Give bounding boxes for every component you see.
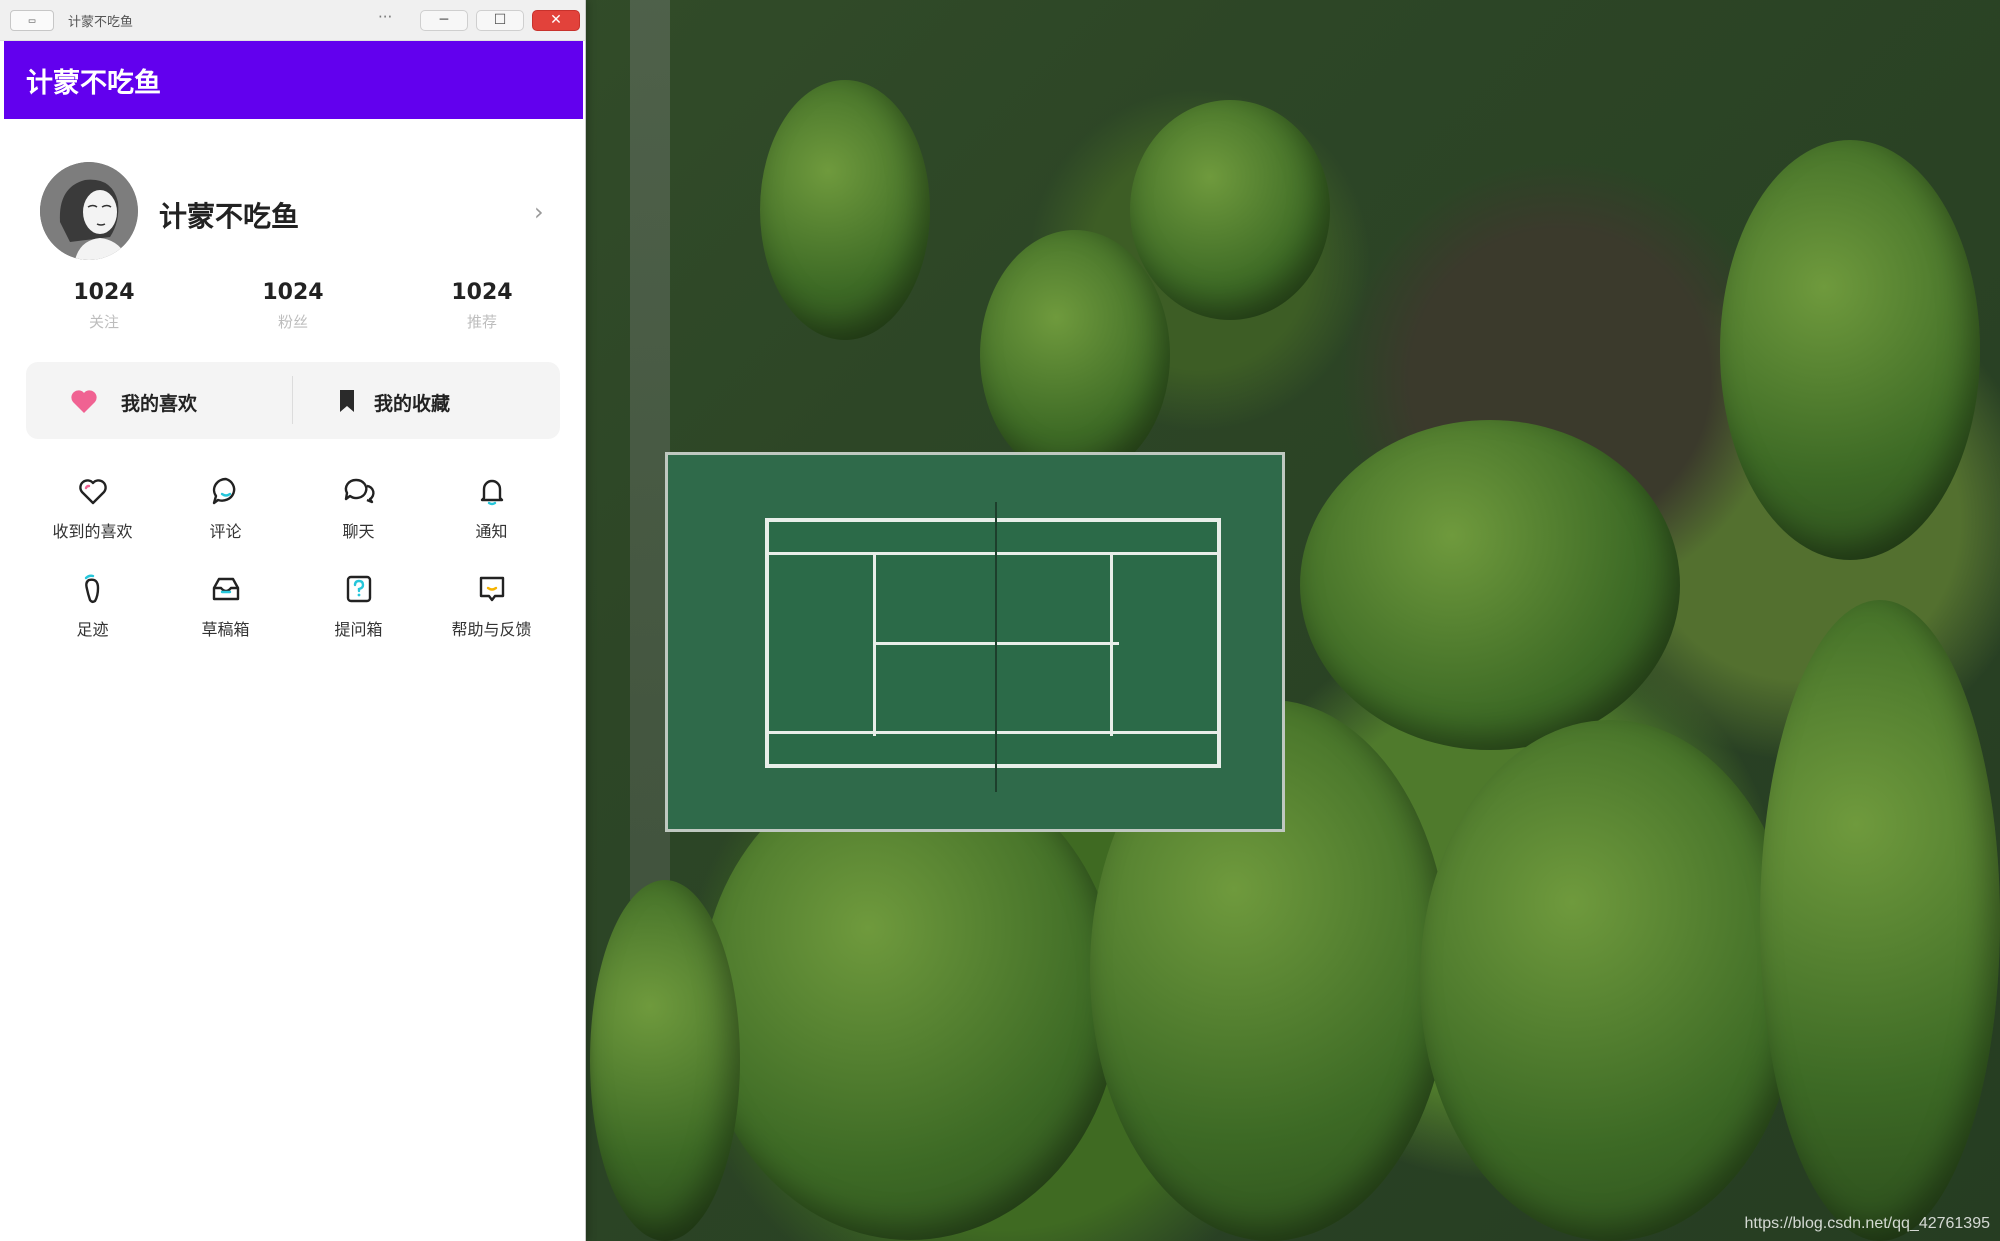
avatar[interactable] [40, 162, 138, 260]
wallpaper-tree [700, 760, 1120, 1240]
wallpaper-tree [1720, 140, 1980, 560]
question-box-icon [346, 575, 371, 603]
menu-label: 足迹 [76, 620, 109, 639]
inbox-icon [212, 577, 239, 601]
stat-fans[interactable]: 1024 粉丝 [233, 280, 353, 332]
more-options-icon[interactable]: ··· [378, 8, 392, 26]
stat-recommend[interactable]: 1024 推荐 [422, 280, 542, 332]
menu-comments[interactable]: 评论 [159, 474, 292, 560]
heart-icon [71, 390, 97, 413]
wallpaper-tree [590, 880, 740, 1241]
wallpaper-tree [1420, 720, 1800, 1241]
close-button[interactable]: ✕ [532, 10, 580, 31]
menu-received-likes[interactable]: 收到的喜欢 [26, 474, 159, 560]
app-icon[interactable]: ▭ [10, 10, 54, 31]
tennis-court [765, 502, 1221, 792]
my-likes-label: 我的喜欢 [121, 393, 198, 415]
bell-icon [480, 479, 503, 506]
menu-label: 通知 [475, 522, 508, 541]
menu-footprints[interactable]: 足迹 [26, 572, 159, 658]
footprint-icon [84, 574, 99, 603]
my-likes-button[interactable]: 我的喜欢 [26, 362, 293, 439]
wallpaper-path [630, 0, 670, 900]
wallpaper-tree [980, 230, 1170, 480]
stats-row: 1024 关注 1024 粉丝 1024 推荐 [4, 280, 583, 340]
stat-following[interactable]: 1024 关注 [44, 280, 164, 332]
minimize-button[interactable]: ─ [420, 10, 468, 31]
wallpaper-tree [1760, 600, 2000, 1241]
watermark-text: https://blog.csdn.net/qq_42761395 [1744, 1215, 1990, 1232]
chevron-right-icon[interactable]: › [534, 198, 544, 226]
menu-chat[interactable]: 聊天 [292, 474, 425, 560]
maximize-button[interactable]: ☐ [476, 10, 524, 31]
app-window: ▭ 计蒙不吃鱼 ··· ─ ☐ ✕ 计蒙不吃鱼 计蒙不吃鱼 › 1024 关注 [0, 0, 586, 1241]
my-collection-label: 我的收藏 [374, 393, 451, 415]
menu-help-feedback[interactable]: 帮助与反馈 [425, 572, 558, 658]
stat-value: 1024 [451, 280, 513, 305]
stat-value: 1024 [262, 280, 324, 305]
stat-label: 关注 [88, 313, 119, 331]
window-title: 计蒙不吃鱼 [68, 15, 134, 30]
wallpaper-tree [1130, 100, 1330, 320]
wallpaper-tree [1300, 420, 1680, 750]
menu-question-box[interactable]: 提问箱 [292, 572, 425, 658]
stat-value: 1024 [73, 280, 135, 305]
menu-drafts[interactable]: 草稿箱 [159, 572, 292, 658]
menu-label: 评论 [209, 522, 242, 541]
menu-label: 聊天 [342, 522, 375, 541]
app-bar-title: 计蒙不吃鱼 [26, 67, 161, 99]
feedback-icon [479, 576, 504, 602]
stat-label: 粉丝 [277, 313, 308, 331]
app-bar: 计蒙不吃鱼 [4, 41, 583, 119]
menu-label: 提问箱 [334, 620, 383, 639]
bookmark-icon [340, 390, 354, 412]
favorites-card: 我的喜欢 我的收藏 [26, 362, 560, 439]
menu-label: 收到的喜欢 [52, 522, 133, 541]
comment-icon [212, 477, 235, 505]
chat-icon [344, 478, 375, 504]
window-titlebar[interactable]: ▭ 计蒙不吃鱼 ··· ─ ☐ ✕ [0, 0, 585, 41]
username: 计蒙不吃鱼 [159, 200, 300, 233]
menu-label: 草稿箱 [201, 620, 250, 639]
menu-label: 帮助与反馈 [451, 620, 532, 639]
stat-label: 推荐 [466, 313, 497, 331]
avatar-illustration [40, 162, 138, 260]
my-collection-button[interactable]: 我的收藏 [293, 362, 560, 439]
menu-notifications[interactable]: 通知 [425, 474, 558, 560]
wallpaper-tree [760, 80, 930, 340]
heart-outline-icon [78, 479, 107, 505]
